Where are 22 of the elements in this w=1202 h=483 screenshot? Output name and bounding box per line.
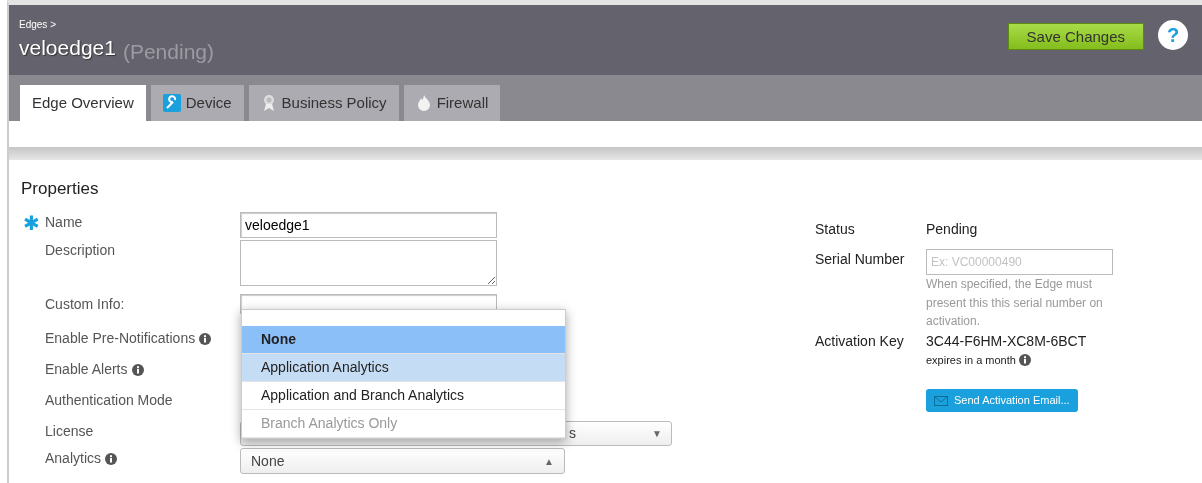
field-label: Activation Key — [815, 331, 905, 351]
dropdown-option: Branch Analytics Only — [242, 410, 565, 438]
required-icon: ✱ — [23, 213, 40, 233]
field-label: Enable Pre-Notifications — [45, 329, 196, 348]
field-label: Status — [815, 220, 856, 239]
field-label: Serial Number — [815, 250, 906, 269]
caret-icon: ▼ — [652, 426, 662, 441]
status-value: Pending — [926, 220, 978, 239]
section-title: Properties — [20, 178, 100, 200]
activation-key: 3C44-F6HM-XC8M-6BCT — [926, 330, 1087, 352]
field-label: Description — [45, 241, 116, 260]
field-label: Custom Info: — [45, 295, 125, 314]
expiry-text: expires in a month — [926, 352, 1016, 368]
field-label: Authentication Mode — [45, 391, 173, 410]
caret-icon: ▲ — [544, 453, 554, 469]
field-label: Name — [45, 213, 83, 232]
help-text: When specified, the Edge must present this this serial number on activation. — [926, 276, 1104, 331]
field-label: Analytics — [45, 449, 102, 468]
page-title: veloedge1 — [19, 35, 116, 61]
field-label: License — [45, 422, 94, 441]
field-label: Enable Alerts — [45, 360, 128, 379]
title-status: (Pending) — [122, 38, 214, 65]
